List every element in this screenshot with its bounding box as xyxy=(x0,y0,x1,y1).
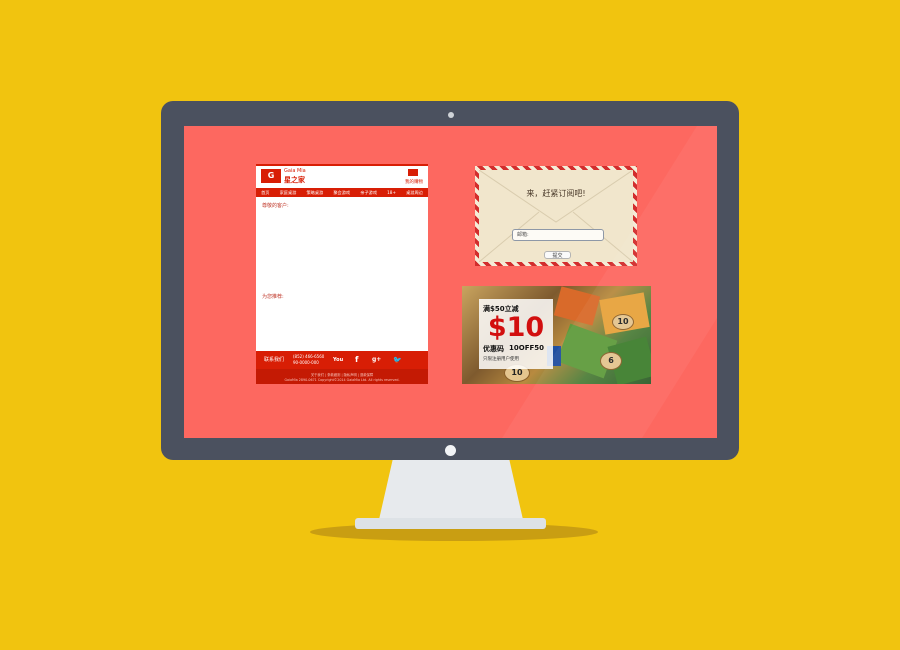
email-header: G Gaia Mia 星之家 我的購物 xyxy=(256,164,428,188)
board-tile xyxy=(553,286,601,326)
subscribe-title: 来，赶紧订阅吧! xyxy=(526,189,586,198)
promo-note: 只限注册用户使用 xyxy=(483,357,519,362)
nav-item-kids[interactable]: 亲子游戏 xyxy=(360,190,377,196)
phone-secondary: 90-0000-000 xyxy=(293,360,319,365)
monitor-stand xyxy=(378,460,524,524)
brand-logo-icon[interactable]: G xyxy=(261,169,281,183)
nav-item-family[interactable]: 家庭桌游 xyxy=(280,190,297,196)
recommend-label: 为您推荐: xyxy=(262,294,284,300)
brand-name-cn: 星之家 xyxy=(284,176,305,184)
email-nav: 首页 家庭桌游 策略桌游 聚会游戏 亲子游戏 18+ 桌游周边 xyxy=(256,188,428,197)
legal-links[interactable]: 关于我们 | 条款细则 | 隐私声明 | 退款保障 xyxy=(256,372,428,377)
number-token: 10 xyxy=(612,314,634,330)
monitor-stand-base xyxy=(355,518,546,529)
google-plus-icon[interactable]: g+ xyxy=(372,354,381,366)
nav-item-accessories[interactable]: 桌游周边 xyxy=(406,190,423,196)
nav-item-party[interactable]: 聚会游戏 xyxy=(333,190,350,196)
promo-code: 10OFF50 xyxy=(509,344,544,352)
nav-item-adult[interactable]: 18+ xyxy=(387,190,396,195)
cart-icon[interactable] xyxy=(408,169,418,176)
email-body: 尊敬的客户: 为您推荐: xyxy=(256,197,428,351)
monitor-screen: G Gaia Mia 星之家 我的購物 首页 家庭桌游 策略桌游 聚会游戏 亲子… xyxy=(184,126,717,438)
nav-item-strategy[interactable]: 策略桌游 xyxy=(306,190,323,196)
greeting-text: 尊敬的客户: xyxy=(262,203,289,209)
board-tile xyxy=(556,323,618,379)
email-footer: 联系我们 (852) 466-6560 90-0000-000 You f g+… xyxy=(256,351,428,369)
twitter-icon[interactable]: 🐦 xyxy=(393,354,402,366)
copyright-text: GaiaMia 2890-0671 Copyright©2014 GaiaMia… xyxy=(284,378,400,382)
promo-code-label: 优惠码 xyxy=(483,345,504,353)
board-tile xyxy=(599,292,650,335)
number-token: 6 xyxy=(600,352,622,370)
home-button[interactable] xyxy=(445,445,456,456)
camera-icon xyxy=(448,112,454,118)
email-input[interactable] xyxy=(535,231,599,239)
youtube-icon[interactable]: You xyxy=(333,354,343,366)
envelope-paper: 来，赶紧订阅吧! 邮箱: 提交 xyxy=(479,170,633,262)
brand-name-en: Gaia Mia xyxy=(284,168,306,174)
email-field[interactable]: 邮箱: xyxy=(512,229,604,241)
contact-label: 联系我们 xyxy=(264,357,285,363)
facebook-icon[interactable]: f xyxy=(355,354,358,366)
subscribe-envelope: 来，赶紧订阅吧! 邮箱: 提交 xyxy=(475,166,637,266)
email-legal: 关于我们 | 条款细则 | 隐私声明 | 退款保障 GaiaMia 2890-0… xyxy=(256,369,428,384)
promo-card: 满$50立减 $10 优惠码 10OFF50 只限注册用户使用 xyxy=(479,299,553,369)
cart-label[interactable]: 我的購物 xyxy=(405,179,423,185)
email-template: G Gaia Mia 星之家 我的購物 首页 家庭桌游 策略桌游 聚会游戏 亲子… xyxy=(256,164,428,384)
email-label: 邮箱: xyxy=(517,232,529,238)
submit-button[interactable]: 提交 xyxy=(544,251,571,259)
board-tile xyxy=(607,336,651,384)
nav-item-home[interactable]: 首页 xyxy=(261,190,269,196)
promo-amount: $10 xyxy=(487,312,545,343)
phone-number: (852) 466-6560 90-0000-000 xyxy=(293,354,324,366)
promo-banner[interactable]: 10 6 10 满$50立减 $10 优惠码 10OFF50 只限注册用户使用 xyxy=(462,286,651,384)
envelope-flap-lines xyxy=(479,170,633,262)
